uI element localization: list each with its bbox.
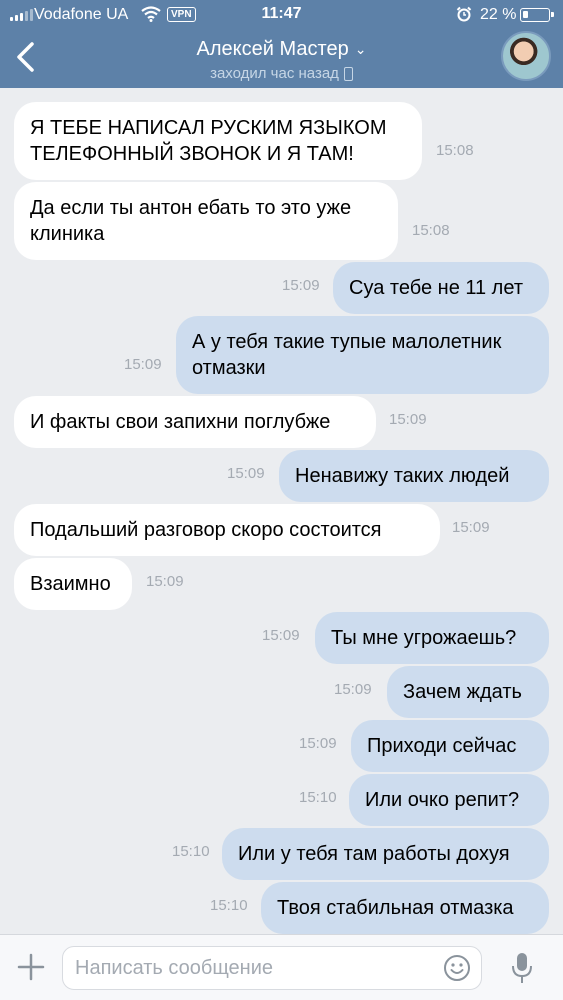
message-time: 15:09 — [282, 277, 320, 294]
incoming-message[interactable]: Взаимно — [14, 558, 132, 610]
message-time: 15:08 — [412, 222, 450, 239]
outgoing-message[interactable]: Или очко репит? — [349, 774, 549, 826]
phone-icon — [343, 66, 353, 81]
incoming-message[interactable]: И факты свои запихни поглубже — [14, 396, 376, 448]
incoming-message[interactable]: Да если ты антон ебать то это уже клиник… — [14, 182, 398, 260]
incoming-message[interactable]: Я ТЕБЕ НАПИСАЛ РУСКИМ ЯЗЫКОМ ТЕЛЕФОННЫЙ … — [14, 102, 422, 180]
outgoing-message[interactable]: А у тебя такие тупые малолетник отмазки — [176, 316, 549, 394]
last-seen: заходил час назад — [210, 65, 339, 82]
message-text: Взаимно — [30, 573, 111, 595]
message-input[interactable] — [62, 946, 482, 990]
message-time: 15:09 — [299, 735, 337, 752]
message-text: Ты мне угрожаешь? — [331, 627, 517, 649]
mic-icon[interactable] — [511, 951, 533, 985]
message-time: 15:09 — [124, 356, 162, 373]
navigation-header: Vodafone UA VPN 11:47 22 % Алексей Масте… — [0, 0, 563, 88]
outgoing-message[interactable]: Зачем ждать — [387, 666, 549, 718]
chevron-down-icon: ⌄ — [354, 41, 367, 57]
message-text: Твоя стабильная отмазка — [277, 897, 514, 919]
message-list: Я ТЕБЕ НАПИСАЛ РУСКИМ ЯЗЫКОМ ТЕЛЕФОННЫЙ … — [0, 88, 563, 934]
message-text: Или у тебя там работы дохуя — [238, 843, 510, 865]
message-time: 15:08 — [436, 142, 474, 159]
message-text: Или очко репит? — [365, 789, 520, 811]
outgoing-message[interactable]: Или у тебя там работы дохуя — [222, 828, 549, 880]
message-time: 15:09 — [452, 519, 490, 536]
message-text: Суа тебе не 11 лет — [349, 277, 523, 299]
contact-title[interactable]: Алексей Мастер ⌄ заходил час назад — [120, 38, 443, 83]
status-time: 11:47 — [261, 5, 302, 22]
message-time: 15:09 — [146, 573, 184, 590]
smile-icon[interactable] — [443, 954, 471, 982]
message-time: 15:10 — [172, 843, 210, 860]
message-time: 15:10 — [299, 789, 337, 806]
message-time: 15:10 — [210, 897, 248, 914]
message-composer — [0, 934, 563, 1000]
message-time: 15:09 — [389, 411, 427, 428]
message-text: Подальший разговор скоро состоится — [30, 519, 382, 541]
alarm-icon — [456, 6, 472, 22]
message-text: Да если ты антон ебать то это уже клиник… — [30, 197, 352, 245]
message-text: Приходи сейчас — [367, 735, 517, 757]
status-bar: Vodafone UA VPN 11:47 22 % — [0, 0, 563, 30]
contact-name: Алексей Мастер — [196, 38, 349, 60]
back-arrow-icon[interactable] — [12, 40, 40, 74]
message-time: 15:09 — [334, 681, 372, 698]
outgoing-message[interactable]: Ненавижу таких людей — [279, 450, 549, 502]
outgoing-message[interactable]: Приходи сейчас — [351, 720, 549, 772]
plus-icon[interactable] — [16, 952, 46, 982]
avatar[interactable] — [501, 31, 551, 81]
battery-percent: 22 % — [480, 6, 517, 23]
message-text: Зачем ждать — [403, 681, 522, 703]
message-time: 15:09 — [262, 627, 300, 644]
message-text: И факты свои запихни поглубже — [30, 411, 331, 433]
incoming-message[interactable]: Подальший разговор скоро состоится — [14, 504, 440, 556]
message-time: 15:09 — [227, 465, 265, 482]
outgoing-message[interactable]: Твоя стабильная отмазка — [261, 882, 549, 934]
outgoing-message[interactable]: Суа тебе не 11 лет — [333, 262, 549, 314]
battery-icon — [520, 8, 554, 22]
message-text: Ненавижу таких людей — [295, 465, 510, 487]
message-text: А у тебя такие тупые малолетник отмазки — [192, 331, 502, 379]
message-text: Я ТЕБЕ НАПИСАЛ РУСКИМ ЯЗЫКОМ ТЕЛЕФОННЫЙ … — [30, 117, 387, 165]
outgoing-message[interactable]: Ты мне угрожаешь? — [315, 612, 549, 664]
